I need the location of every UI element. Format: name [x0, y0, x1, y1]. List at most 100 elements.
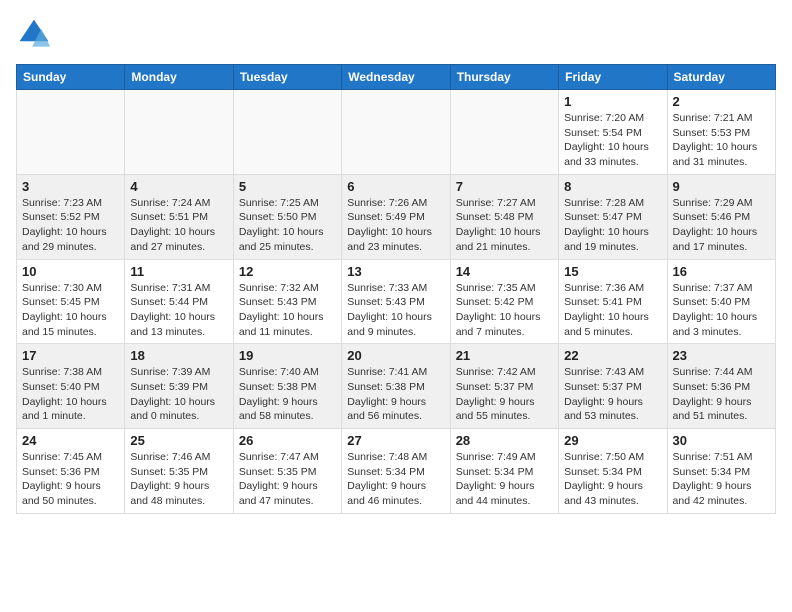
- calendar-week-row: 1 Sunrise: 7:20 AM Sunset: 5:54 PM Daylig…: [17, 90, 776, 175]
- calendar-week-row: 10 Sunrise: 7:30 AM Sunset: 5:45 PM Dayli…: [17, 259, 776, 344]
- day-info: Sunrise: 7:20 AM Sunset: 5:54 PM Dayligh…: [564, 111, 661, 170]
- day-number: 30: [673, 433, 770, 448]
- day-number: 28: [456, 433, 553, 448]
- page-header: [16, 16, 776, 52]
- calendar-week-row: 24 Sunrise: 7:45 AM Sunset: 5:36 PM Dayli…: [17, 429, 776, 514]
- day-info: Sunrise: 7:44 AM Sunset: 5:36 PM Dayligh…: [673, 365, 770, 424]
- calendar-cell: 29Sunrise: 7:50 AM Sunset: 5:34 PM Dayli…: [559, 429, 667, 514]
- day-info: Sunrise: 7:50 AM Sunset: 5:34 PM Dayligh…: [564, 450, 661, 509]
- weekday-header: Tuesday: [233, 65, 341, 90]
- calendar-cell: 28 Sunrise: 7:49 AM Sunset: 5:34 PM Dayli…: [450, 429, 558, 514]
- day-info: Sunrise: 7:27 AM Sunset: 5:48 PM Dayligh…: [456, 196, 553, 255]
- day-info: Sunrise: 7:30 AM Sunset: 5:45 PM Dayligh…: [22, 281, 119, 340]
- calendar-cell: 3 Sunrise: 7:23 AM Sunset: 5:52 PM Daylig…: [17, 174, 125, 259]
- day-number: 9: [673, 179, 770, 194]
- calendar-cell: 11Sunrise: 7:31 AM Sunset: 5:44 PM Dayli…: [125, 259, 233, 344]
- day-number: 7: [456, 179, 553, 194]
- day-info: Sunrise: 7:45 AM Sunset: 5:36 PM Dayligh…: [22, 450, 119, 509]
- calendar-cell: 25 Sunrise: 7:46 AM Sunset: 5:35 PM Dayli…: [125, 429, 233, 514]
- calendar-cell: [342, 90, 450, 175]
- day-number: 4: [130, 179, 227, 194]
- calendar-cell: 9 Sunrise: 7:29 AM Sunset: 5:46 PM Daylig…: [667, 174, 775, 259]
- day-info: Sunrise: 7:39 AM Sunset: 5:39 PM Dayligh…: [130, 365, 227, 424]
- day-number: 13: [347, 264, 444, 279]
- day-number: 14: [456, 264, 553, 279]
- weekday-header: Wednesday: [342, 65, 450, 90]
- day-number: 6: [347, 179, 444, 194]
- calendar-cell: 24 Sunrise: 7:45 AM Sunset: 5:36 PM Dayli…: [17, 429, 125, 514]
- day-info: Sunrise: 7:43 AM Sunset: 5:37 PM Dayligh…: [564, 365, 661, 424]
- day-number: 8: [564, 179, 661, 194]
- calendar-cell: 23 Sunrise: 7:44 AM Sunset: 5:36 PM Dayli…: [667, 344, 775, 429]
- day-number: 11: [130, 264, 227, 279]
- day-number: 2: [673, 94, 770, 109]
- calendar-cell: 22 Sunrise: 7:43 AM Sunset: 5:37 PM Dayli…: [559, 344, 667, 429]
- day-info: Sunrise: 7:23 AM Sunset: 5:52 PM Dayligh…: [22, 196, 119, 255]
- day-number: 10: [22, 264, 119, 279]
- calendar-cell: 27Sunrise: 7:48 AM Sunset: 5:34 PM Dayli…: [342, 429, 450, 514]
- calendar-cell: 19Sunrise: 7:40 AM Sunset: 5:38 PM Dayli…: [233, 344, 341, 429]
- weekday-header: Monday: [125, 65, 233, 90]
- calendar-cell: 8 Sunrise: 7:28 AM Sunset: 5:47 PM Daylig…: [559, 174, 667, 259]
- day-number: 24: [22, 433, 119, 448]
- calendar-cell: 10 Sunrise: 7:30 AM Sunset: 5:45 PM Dayli…: [17, 259, 125, 344]
- calendar-cell: 7 Sunrise: 7:27 AM Sunset: 5:48 PM Daylig…: [450, 174, 558, 259]
- day-number: 18: [130, 348, 227, 363]
- day-number: 25: [130, 433, 227, 448]
- calendar-cell: 12Sunrise: 7:32 AM Sunset: 5:43 PM Dayli…: [233, 259, 341, 344]
- day-info: Sunrise: 7:26 AM Sunset: 5:49 PM Dayligh…: [347, 196, 444, 255]
- calendar-cell: [17, 90, 125, 175]
- day-number: 21: [456, 348, 553, 363]
- logo: [16, 16, 56, 52]
- day-number: 19: [239, 348, 336, 363]
- day-info: Sunrise: 7:24 AM Sunset: 5:51 PM Dayligh…: [130, 196, 227, 255]
- day-info: Sunrise: 7:47 AM Sunset: 5:35 PM Dayligh…: [239, 450, 336, 509]
- calendar-cell: [125, 90, 233, 175]
- day-number: 3: [22, 179, 119, 194]
- day-number: 5: [239, 179, 336, 194]
- day-number: 20: [347, 348, 444, 363]
- calendar-cell: 4 Sunrise: 7:24 AM Sunset: 5:51 PM Daylig…: [125, 174, 233, 259]
- weekday-header: Thursday: [450, 65, 558, 90]
- calendar-cell: 13 Sunrise: 7:33 AM Sunset: 5:43 PM Dayli…: [342, 259, 450, 344]
- calendar-cell: 1 Sunrise: 7:20 AM Sunset: 5:54 PM Daylig…: [559, 90, 667, 175]
- calendar-cell: 30 Sunrise: 7:51 AM Sunset: 5:34 PM Dayli…: [667, 429, 775, 514]
- day-info: Sunrise: 7:41 AM Sunset: 5:38 PM Dayligh…: [347, 365, 444, 424]
- day-number: 15: [564, 264, 661, 279]
- calendar-cell: [450, 90, 558, 175]
- calendar-cell: 15 Sunrise: 7:36 AM Sunset: 5:41 PM Dayli…: [559, 259, 667, 344]
- day-info: Sunrise: 7:21 AM Sunset: 5:53 PM Dayligh…: [673, 111, 770, 170]
- calendar-cell: 2 Sunrise: 7:21 AM Sunset: 5:53 PM Daylig…: [667, 90, 775, 175]
- day-info: Sunrise: 7:51 AM Sunset: 5:34 PM Dayligh…: [673, 450, 770, 509]
- weekday-header: Sunday: [17, 65, 125, 90]
- calendar-cell: 17 Sunrise: 7:38 AM Sunset: 5:40 PM Dayli…: [17, 344, 125, 429]
- day-info: Sunrise: 7:48 AM Sunset: 5:34 PM Dayligh…: [347, 450, 444, 509]
- day-info: Sunrise: 7:49 AM Sunset: 5:34 PM Dayligh…: [456, 450, 553, 509]
- day-info: Sunrise: 7:46 AM Sunset: 5:35 PM Dayligh…: [130, 450, 227, 509]
- calendar-header-row: SundayMondayTuesdayWednesdayThursdayFrid…: [17, 65, 776, 90]
- day-info: Sunrise: 7:29 AM Sunset: 5:46 PM Dayligh…: [673, 196, 770, 255]
- day-number: 23: [673, 348, 770, 363]
- weekday-header: Friday: [559, 65, 667, 90]
- calendar-cell: 5Sunrise: 7:25 AM Sunset: 5:50 PM Daylig…: [233, 174, 341, 259]
- calendar-week-row: 3 Sunrise: 7:23 AM Sunset: 5:52 PM Daylig…: [17, 174, 776, 259]
- day-info: Sunrise: 7:28 AM Sunset: 5:47 PM Dayligh…: [564, 196, 661, 255]
- day-number: 1: [564, 94, 661, 109]
- day-info: Sunrise: 7:36 AM Sunset: 5:41 PM Dayligh…: [564, 281, 661, 340]
- calendar-cell: [233, 90, 341, 175]
- calendar-cell: 20 Sunrise: 7:41 AM Sunset: 5:38 PM Dayli…: [342, 344, 450, 429]
- day-info: Sunrise: 7:38 AM Sunset: 5:40 PM Dayligh…: [22, 365, 119, 424]
- logo-icon: [16, 16, 52, 52]
- weekday-header: Saturday: [667, 65, 775, 90]
- calendar-cell: 18 Sunrise: 7:39 AM Sunset: 5:39 PM Dayli…: [125, 344, 233, 429]
- day-info: Sunrise: 7:35 AM Sunset: 5:42 PM Dayligh…: [456, 281, 553, 340]
- calendar-cell: 21 Sunrise: 7:42 AM Sunset: 5:37 PM Dayli…: [450, 344, 558, 429]
- calendar-week-row: 17 Sunrise: 7:38 AM Sunset: 5:40 PM Dayli…: [17, 344, 776, 429]
- day-number: 22: [564, 348, 661, 363]
- day-number: 17: [22, 348, 119, 363]
- day-number: 16: [673, 264, 770, 279]
- calendar-table: SundayMondayTuesdayWednesdayThursdayFrid…: [16, 64, 776, 514]
- day-info: Sunrise: 7:33 AM Sunset: 5:43 PM Dayligh…: [347, 281, 444, 340]
- day-info: Sunrise: 7:42 AM Sunset: 5:37 PM Dayligh…: [456, 365, 553, 424]
- day-number: 26: [239, 433, 336, 448]
